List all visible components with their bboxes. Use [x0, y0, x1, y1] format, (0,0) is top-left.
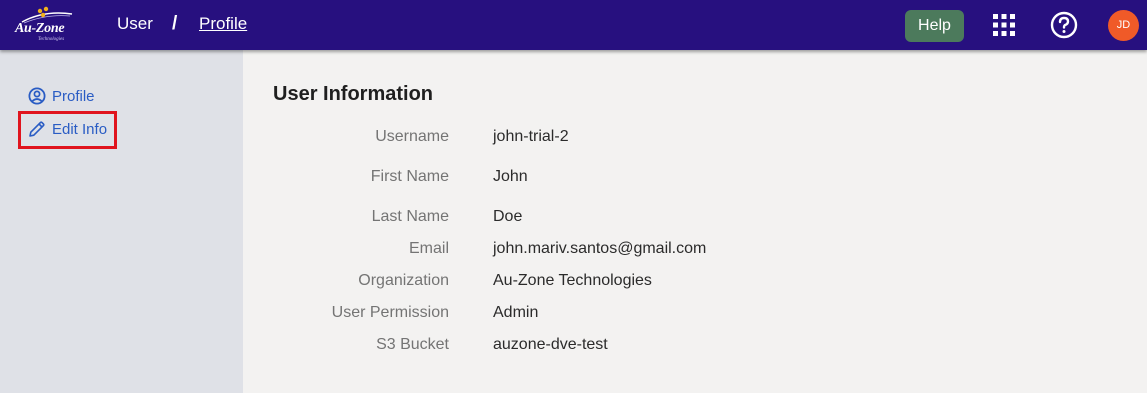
email-value: john.mariv.santos@gmail.com [493, 240, 707, 257]
top-nav-bar: Au-Zone Technologies User / Profile Help… [0, 0, 1147, 50]
logo-text: Au-Zone [15, 21, 65, 36]
breadcrumb-separator: / [172, 13, 178, 34]
username-value: john-trial-2 [493, 128, 569, 145]
au-zone-logo[interactable]: Au-Zone Technologies [12, 6, 76, 46]
user-permission-label: User Permission [331, 304, 449, 321]
help-button[interactable]: Help [905, 10, 964, 42]
user-avatar[interactable]: JD [1108, 10, 1139, 41]
apps-grid-icon[interactable] [993, 14, 1015, 36]
sidebar-item-edit-info[interactable]: Edit Info [28, 120, 107, 138]
main-content: User Information Username john-trial-2 F… [243, 50, 1147, 393]
email-label: Email [408, 240, 449, 257]
user-circle-icon [28, 87, 46, 105]
organization-value: Au-Zone Technologies [493, 272, 652, 289]
pencil-icon [29, 121, 45, 137]
first-name-label: First Name [370, 168, 449, 185]
sidebar: Profile Edit Info [0, 50, 243, 393]
logo-subtext: Technologies [38, 37, 65, 42]
breadcrumb-user[interactable]: User [117, 14, 153, 34]
breadcrumb-profile[interactable]: Profile [199, 14, 247, 34]
username-label: Username [375, 128, 449, 145]
s3-bucket-label: S3 Bucket [376, 336, 449, 353]
sidebar-item-profile[interactable]: Profile [28, 87, 95, 105]
organization-label: Organization [358, 272, 449, 289]
sidebar-item-label: Edit Info [52, 120, 108, 138]
last-name-label: Last Name [371, 208, 449, 225]
question-circle-icon[interactable] [1050, 11, 1078, 39]
user-permission-value: Admin [493, 304, 539, 321]
last-name-value: Doe [493, 208, 523, 225]
sidebar-item-label: Profile [52, 87, 95, 105]
first-name-value: John [493, 168, 528, 185]
s3-bucket-value: auzone-dve-test [493, 336, 608, 353]
section-title: User Information [273, 83, 434, 105]
